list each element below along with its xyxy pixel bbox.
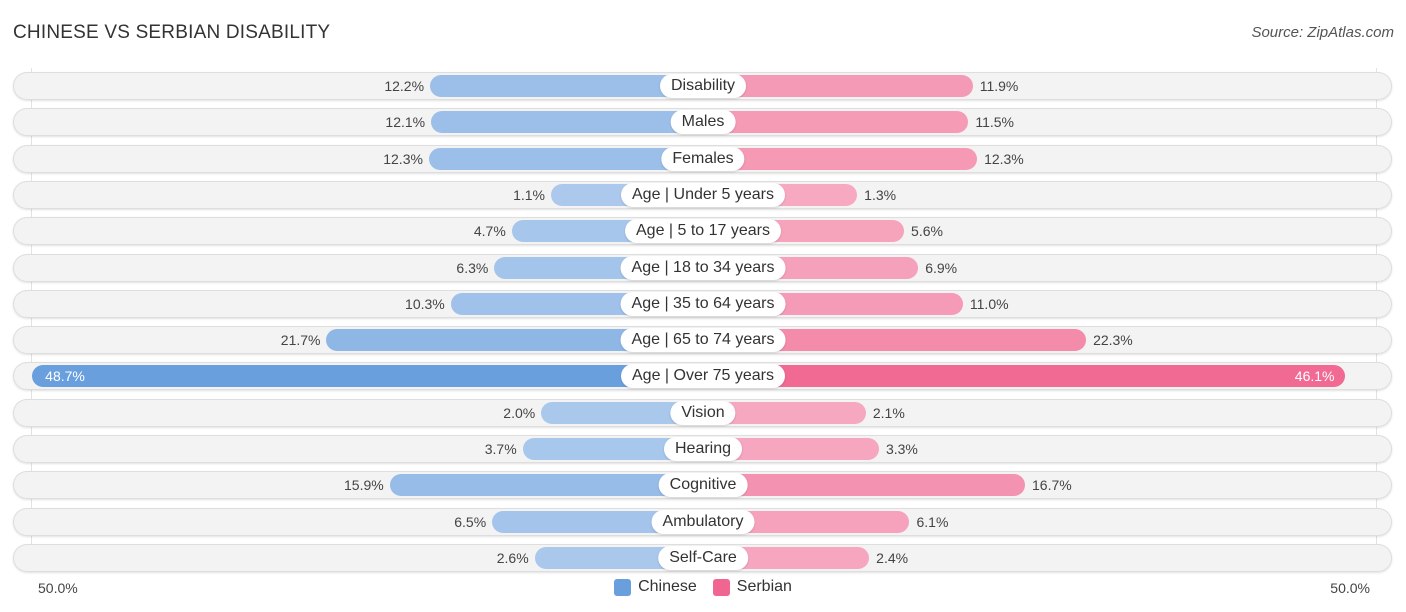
category-label: Ambulatory (651, 509, 755, 534)
value-label-serbian: 46.1% (1294, 368, 1335, 385)
value-label-serbian: 11.9% (979, 78, 1019, 94)
value-label-chinese: 15.9% (344, 477, 384, 494)
category-label: Age | 65 to 74 years (620, 328, 786, 353)
category-label: Cognitive (658, 473, 748, 498)
category-label: Disability (659, 74, 747, 98)
value-label-serbian: 12.3% (984, 150, 1024, 167)
value-label-serbian: 22.3% (1093, 332, 1133, 349)
category-label: Age | 35 to 64 years (620, 291, 786, 316)
value-label-serbian: 2.4% (876, 549, 909, 566)
legend-label-serbian: Serbian (736, 578, 792, 595)
legend: Chinese Serbian (0, 578, 1406, 596)
value-label-chinese: 21.7% (280, 332, 321, 349)
value-label-serbian: 16.7% (1032, 477, 1072, 494)
bar-chinese[interactable] (32, 365, 703, 388)
bar-chinese[interactable] (431, 111, 703, 134)
value-label-chinese: 2.6% (496, 549, 529, 566)
value-label-chinese: 4.7% (473, 223, 506, 240)
bar-chinese[interactable] (389, 474, 703, 497)
category-label: Age | Over 75 years (621, 364, 785, 389)
value-label-chinese: 48.7% (45, 368, 85, 385)
value-label-chinese: 6.5% (454, 513, 487, 530)
value-label-chinese: 12.2% (384, 78, 425, 94)
bar-serbian[interactable] (703, 365, 1346, 388)
legend-swatch-serbian (712, 578, 730, 596)
category-label: Vision (670, 400, 736, 425)
value-label-chinese: 12.3% (383, 150, 423, 167)
value-label-serbian: 11.5% (975, 114, 1015, 131)
value-label-chinese: 3.7% (484, 441, 517, 457)
category-label: Females (661, 146, 745, 171)
legend-label-chinese: Chinese (638, 578, 697, 595)
value-label-chinese: 1.1% (513, 186, 546, 203)
value-label-chinese: 2.0% (503, 404, 536, 421)
value-label-serbian: 2.1% (872, 404, 905, 421)
legend-item-serbian[interactable]: Serbian (712, 578, 792, 596)
bar-serbian[interactable] (703, 111, 969, 134)
category-label: Age | Under 5 years (620, 182, 786, 207)
value-label-serbian: 5.6% (911, 223, 943, 240)
value-label-chinese: 12.1% (385, 114, 426, 131)
value-label-chinese: 10.3% (405, 295, 445, 312)
legend-swatch-chinese (614, 578, 632, 596)
category-label: Hearing (663, 437, 743, 461)
category-label: Self-Care (658, 545, 748, 570)
category-label: Age | 18 to 34 years (620, 255, 786, 280)
diverging-bar-chart: 12.2% 11.9% Disability 12.1% 11.5% Males 12.3%… (0, 0, 1406, 612)
value-label-serbian: 6.9% (925, 259, 958, 276)
value-label-serbian: 11.0% (969, 295, 1009, 312)
bar-serbian[interactable] (703, 474, 1026, 497)
value-label-serbian: 1.3% (864, 186, 897, 203)
category-label: Males (670, 110, 736, 135)
value-label-serbian: 3.3% (885, 441, 918, 457)
category-label: Age | 5 to 17 years (624, 219, 782, 244)
value-label-chinese: 6.3% (456, 259, 489, 276)
legend-item-chinese[interactable]: Chinese (614, 578, 697, 596)
value-label-serbian: 6.1% (916, 513, 949, 530)
